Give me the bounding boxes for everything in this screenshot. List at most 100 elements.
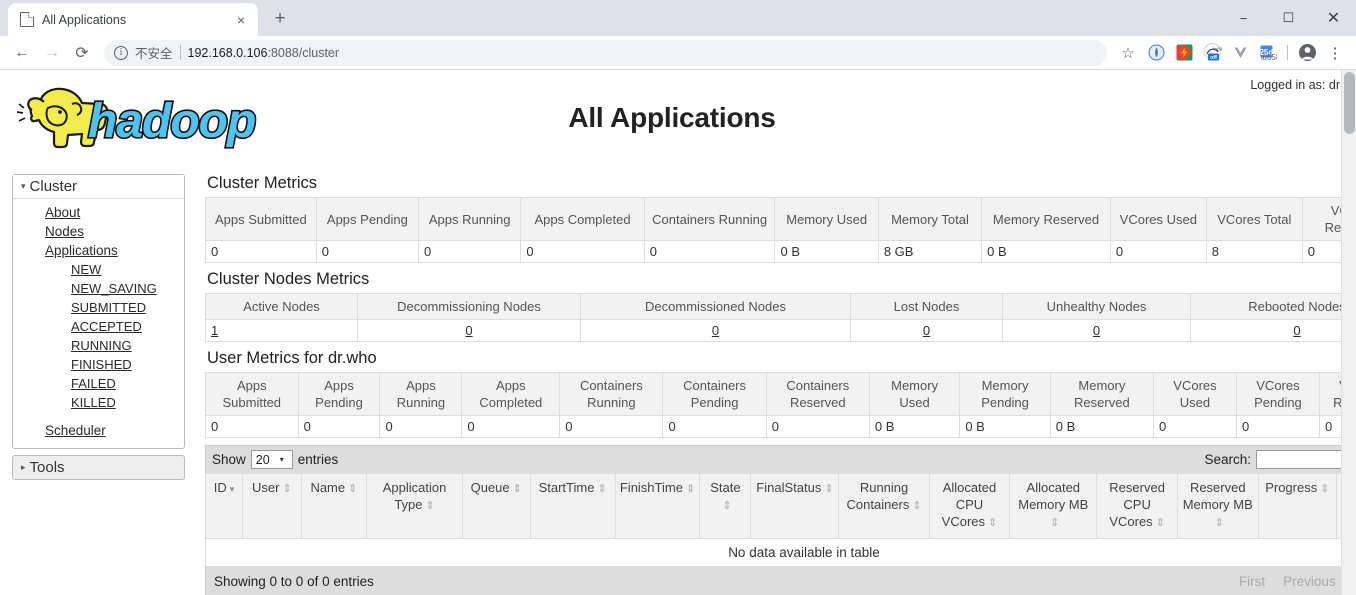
sidebar-item-about[interactable]: About (13, 203, 184, 222)
address-bar[interactable]: i 不安全 192.168.0.106:8088/cluster (104, 40, 1107, 66)
maximize-window-button[interactable]: ☐ (1266, 0, 1311, 36)
col-decommissioning-nodes: Decommissioning Nodes (358, 294, 581, 320)
page-title: All Applications (0, 102, 1344, 134)
col-progress[interactable]: Progress⇕ (1258, 474, 1337, 539)
tab-strip: All Applications × + − ☐ ✕ (0, 0, 1356, 36)
val-user-memory-reserved: 0 B (1050, 416, 1153, 438)
sidebar-item-killed[interactable]: KILLED (13, 393, 184, 412)
col-rebooted-nodes: Rebooted Nodes (1191, 294, 1356, 320)
sidebar-item-accepted[interactable]: ACCEPTED (13, 317, 184, 336)
sidebar-item-finished[interactable]: FINISHED (13, 355, 184, 374)
col-user-memory-pending: Memory Pending (960, 373, 1050, 416)
browser-tab[interactable]: All Applications × (8, 3, 258, 36)
col-apps-pending: Apps Pending (316, 198, 418, 241)
search-filter: Search: (1204, 450, 1356, 469)
val-user-vcores-pending: 0 (1236, 416, 1319, 438)
browser-menu-icon[interactable]: ⋮ (1322, 40, 1348, 66)
sidebar-item-scheduler[interactable]: Scheduler (13, 421, 184, 440)
svg-text:off: off (1210, 55, 1217, 61)
col-user[interactable]: User⇕ (243, 474, 301, 539)
empty-table-message: No data available in table (206, 539, 1356, 567)
datatable-info: Showing 0 to 0 of 0 entries (214, 574, 374, 589)
close-tab-icon[interactable]: × (232, 11, 250, 29)
cluster-metrics-title: Cluster Metrics (207, 174, 1344, 193)
col-finishtime[interactable]: FinishTime⇕ (615, 474, 700, 539)
paging-first-button[interactable]: First (1230, 572, 1274, 591)
sort-both-icon: ⇕ (282, 481, 291, 498)
sort-both-icon: ⇕ (722, 498, 731, 515)
sidebar-item-failed[interactable]: FAILED (13, 374, 184, 393)
vertical-scrollbar[interactable] (1341, 70, 1356, 595)
sidebar-item-applications[interactable]: Applications (13, 241, 184, 260)
col-apps-submitted: Apps Submitted (206, 198, 317, 241)
cluster-panel-body: About Nodes Applications NEW NEW_SAVING … (13, 199, 184, 448)
col-name[interactable]: Name⇕ (301, 474, 367, 539)
pagination: First Previous Next Last (1230, 572, 1356, 591)
svg-text:\u8003: \u8003 (1213, 47, 1222, 52)
new-tab-button[interactable]: + (266, 5, 294, 33)
col-user-apps-completed: Apps Completed (462, 373, 560, 416)
col-user-containers-reserved: Containers Reserved (766, 373, 869, 416)
val-memory-total: 8 GB (878, 241, 981, 263)
sidebar-spacer (13, 412, 184, 421)
cluster-panel-header[interactable]: ▾Cluster (13, 175, 184, 199)
col-application-type[interactable]: Application Type⇕ (367, 474, 463, 539)
col-user-apps-submitted: Apps Submitted (206, 373, 299, 416)
profile-avatar-icon[interactable] (1294, 40, 1320, 66)
paging-previous-button[interactable]: Previous (1274, 572, 1345, 591)
reload-icon[interactable]: ⟳ (68, 39, 96, 67)
bookmark-star-icon[interactable]: ☆ (1115, 40, 1141, 66)
col-allocated-cpu-vcores[interactable]: Allocated CPU VCores⇕ (929, 474, 1010, 539)
tools-panel[interactable]: ▸Tools (12, 455, 185, 480)
val-memory-reserved: 0 B (982, 241, 1111, 263)
col-lost-nodes: Lost Nodes (851, 294, 1003, 320)
sidebar-item-running[interactable]: RUNNING (13, 336, 184, 355)
col-user-vcores-used: VCores Used (1153, 373, 1236, 416)
extension-icon-1[interactable] (1143, 40, 1169, 66)
close-window-button[interactable]: ✕ (1311, 0, 1356, 36)
minimize-window-button[interactable]: − (1221, 0, 1266, 36)
extension-icon-v[interactable] (1227, 40, 1253, 66)
sidebar-item-new[interactable]: NEW (13, 260, 184, 279)
browser-window: All Applications × + − ☐ ✕ ← → ⟳ i 不安全 1… (0, 0, 1356, 595)
val-rebooted-nodes[interactable]: 0 (1293, 323, 1300, 338)
col-allocated-memory-mb[interactable]: Allocated Memory MB⇕ (1010, 474, 1097, 539)
val-decommissioned-nodes[interactable]: 0 (712, 323, 719, 338)
val-vcores-total: 8 (1206, 241, 1302, 263)
extension-icon-2[interactable] (1171, 40, 1197, 66)
scrollbar-thumb[interactable] (1344, 72, 1355, 134)
sidebar-item-nodes[interactable]: Nodes (13, 222, 184, 241)
translate-extension-icon[interactable]: \u25d0\u6587 (1255, 40, 1281, 66)
col-state[interactable]: State⇕ (700, 474, 751, 539)
sidebar-item-new-saving[interactable]: NEW_SAVING (13, 279, 184, 298)
col-finalstatus[interactable]: FinalStatus⇕ (751, 474, 839, 539)
back-icon[interactable]: ← (8, 39, 36, 67)
val-apps-completed: 0 (521, 241, 644, 263)
forward-icon[interactable]: → (38, 39, 66, 67)
col-starttime[interactable]: StartTime⇕ (530, 474, 615, 539)
val-lost-nodes[interactable]: 0 (923, 323, 930, 338)
val-user-apps-completed: 0 (462, 416, 560, 438)
val-unhealthy-nodes[interactable]: 0 (1093, 323, 1100, 338)
sort-both-icon: ⇕ (824, 481, 833, 498)
site-info-icon[interactable]: i (114, 46, 128, 60)
col-reserved-memory-mb[interactable]: Reserved Memory MB⇕ (1177, 474, 1258, 539)
col-memory-total: Memory Total (878, 198, 981, 241)
col-reserved-cpu-vcores[interactable]: Reserved CPU VCores⇕ (1097, 474, 1178, 539)
val-apps-pending: 0 (316, 241, 418, 263)
chevron-down-icon: ▾ (21, 181, 26, 191)
sort-desc-icon: ▾ (230, 481, 235, 498)
cluster-metrics-table: Apps Submitted Apps Pending Apps Running… (205, 197, 1356, 263)
sidebar-item-submitted[interactable]: SUBMITTED (13, 298, 184, 317)
val-active-nodes[interactable]: 1 (211, 323, 218, 338)
col-running-containers[interactable]: Running Containers⇕ (839, 474, 929, 539)
val-decommissioning-nodes[interactable]: 0 (465, 323, 472, 338)
col-unhealthy-nodes: Unhealthy Nodes (1003, 294, 1191, 320)
extension-icon-off-toggle[interactable]: \u8003 off (1199, 40, 1225, 66)
hadoop-resourcemanager-page: Logged in as: dr hadoop (0, 70, 1344, 595)
col-queue[interactable]: Queue⇕ (462, 474, 530, 539)
sort-both-icon: ⇕ (1050, 515, 1059, 532)
col-id[interactable]: ID▾ (206, 474, 243, 539)
col-containers-running: Containers Running (644, 198, 775, 241)
page-length-select[interactable]: 20 ▾ (251, 450, 293, 469)
